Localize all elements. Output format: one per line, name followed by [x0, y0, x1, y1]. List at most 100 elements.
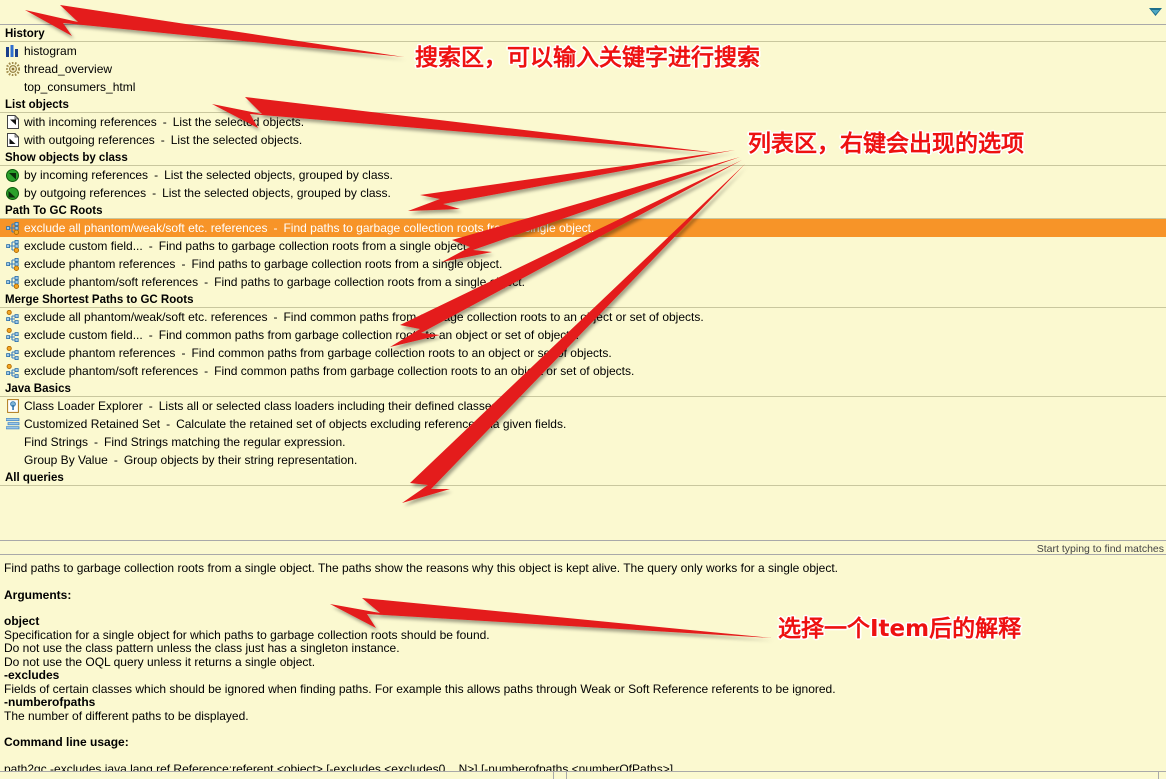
query-details-pane: Find paths to garbage collection roots f…: [0, 556, 1166, 775]
query-item[interactable]: by incoming references - List the selected…: [0, 166, 1166, 184]
query-item-selected[interactable]: exclude all phantom/weak/soft etc. refer…: [0, 219, 1166, 237]
query-item-description: Find paths to garbage collection roots f…: [191, 257, 503, 271]
query-item[interactable]: exclude phantom/soft references - Find pat…: [0, 273, 1166, 291]
query-item[interactable]: by outgoing references - List the selected…: [0, 184, 1166, 202]
query-item[interactable]: exclude phantom references - Find paths to…: [0, 255, 1166, 273]
query-item-separator: -: [148, 399, 153, 413]
query-item[interactable]: with outgoing references - List the select…: [0, 131, 1166, 149]
circle-outgoing-icon: [5, 186, 20, 201]
class-loader-icon: [5, 399, 20, 414]
argument-line: Do not use the OQL query unless it retur…: [4, 654, 316, 669]
query-item-separator: -: [148, 328, 153, 342]
query-item-label: exclude phantom/soft references: [24, 364, 199, 378]
query-item-label: exclude all phantom/weak/soft etc. refer…: [24, 310, 268, 324]
query-item-description: Find common paths from garbage collectio…: [158, 328, 579, 342]
query-item[interactable]: Customized Retained Set - Calculate the re…: [0, 415, 1166, 433]
page-outgoing-icon: [5, 133, 20, 148]
argument-line: Fields of certain classes which should b…: [4, 681, 836, 696]
query-item-separator: -: [273, 221, 278, 235]
argument-line: Specification for a single object for wh…: [4, 627, 490, 642]
thread-overview-icon: [5, 62, 20, 77]
details-arguments-heading: Arguments:: [4, 587, 72, 602]
query-item-separator: -: [166, 417, 171, 431]
path2gc-icon: [5, 221, 20, 236]
chevron-down-icon[interactable]: [1144, 0, 1166, 25]
path2gc-icon: [5, 275, 20, 290]
query-item-separator: -: [160, 133, 165, 147]
circle-incoming-icon: [5, 168, 20, 183]
query-item-description: Find common paths from garbage collectio…: [283, 310, 704, 324]
search-bar: [0, 0, 1166, 25]
query-item-label: exclude phantom/soft references: [24, 275, 199, 289]
group-header: Java Basics: [0, 380, 1166, 397]
path2gc-icon: [5, 257, 20, 272]
query-item-description: List the selected objects.: [172, 115, 305, 129]
find-matches-hint: Start typing to find matches: [1036, 543, 1164, 555]
no-icon: [5, 80, 20, 95]
query-item-separator: -: [113, 453, 118, 467]
page-incoming-icon: [5, 115, 20, 130]
query-item-label: histogram: [24, 44, 77, 58]
query-item-separator: -: [181, 257, 186, 271]
path2gc-icon: [5, 239, 20, 254]
query-item-label: with incoming references: [24, 115, 157, 129]
query-item-description: Lists all or selected class loaders incl…: [158, 399, 501, 413]
bottom-column-bar: [0, 771, 1166, 779]
query-item-description: Find paths to garbage collection roots f…: [158, 239, 470, 253]
status-bar: [0, 540, 1166, 555]
no-icon: [5, 453, 20, 468]
query-item[interactable]: Find Strings - Find Strings matching the r…: [0, 433, 1166, 451]
query-item[interactable]: with incoming references - List the select…: [0, 113, 1166, 131]
argument-name: object: [4, 614, 40, 628]
query-item-label: top_consumers_html: [24, 80, 136, 94]
query-item[interactable]: thread_overview: [0, 60, 1166, 78]
query-item-label: exclude custom field...: [24, 239, 143, 253]
query-item-separator: -: [162, 115, 167, 129]
query-item-label: exclude phantom references: [24, 257, 176, 271]
query-item-description: Group objects by their string representa…: [123, 453, 358, 467]
histogram-icon: [5, 44, 20, 59]
query-item-label: with outgoing references: [24, 133, 155, 147]
query-item-separator: -: [148, 239, 153, 253]
merge-paths-icon: [5, 346, 20, 361]
query-item-separator: -: [154, 168, 159, 182]
query-item-description: Find paths to garbage collection roots f…: [283, 221, 595, 235]
query-list[interactable]: History histogram thread_overview top_consu…: [0, 25, 1166, 540]
search-input[interactable]: [0, 0, 1144, 24]
query-item[interactable]: exclude custom field... - Find common path…: [0, 326, 1166, 344]
query-item-description: Find common paths from garbage collectio…: [191, 346, 612, 360]
merge-paths-icon: [5, 328, 20, 343]
details-summary: Find paths to garbage collection roots f…: [4, 561, 838, 575]
retained-set-icon: [5, 417, 20, 432]
merge-paths-icon: [5, 310, 20, 325]
query-item-description: Calculate the retained set of objects ex…: [176, 417, 567, 431]
query-item[interactable]: top_consumers_html: [0, 78, 1166, 96]
query-item-label: by outgoing references: [24, 186, 147, 200]
group-header: List objects: [0, 96, 1166, 113]
query-item-description: Find Strings matching the regular expres…: [104, 435, 346, 449]
query-item[interactable]: Group By Value - Group objects by their st…: [0, 451, 1166, 469]
details-command-heading: Command line usage:: [4, 735, 129, 749]
query-item[interactable]: exclude phantom references - Find common p…: [0, 344, 1166, 362]
query-item-label: Find Strings: [24, 435, 89, 449]
query-item-separator: -: [204, 364, 209, 378]
query-item-separator: -: [152, 186, 157, 200]
query-item-separator: -: [273, 310, 278, 324]
query-item[interactable]: Class Loader Explorer - Lists all or selec…: [0, 397, 1166, 415]
query-item-description: List the selected objects, grouped by cl…: [164, 168, 393, 182]
query-item[interactable]: exclude custom field... - Find paths to ga…: [0, 237, 1166, 255]
query-item-label: Group By Value: [24, 453, 108, 467]
query-item-label: by incoming references: [24, 168, 149, 182]
query-item-label: Customized Retained Set: [24, 417, 161, 431]
query-item-separator: -: [94, 435, 99, 449]
argument-name: -numberofpaths: [4, 695, 96, 709]
query-item[interactable]: exclude all phantom/weak/soft etc. refer…: [0, 308, 1166, 326]
group-header: Path To GC Roots: [0, 202, 1166, 219]
query-item-separator: -: [181, 346, 186, 360]
merge-paths-icon: [5, 364, 20, 379]
query-item[interactable]: histogram: [0, 42, 1166, 60]
query-item-description: List the selected objects.: [170, 133, 303, 147]
mat-query-browser-window: History histogram thread_overview top_consu…: [0, 0, 1166, 779]
query-item[interactable]: exclude phantom/soft references - Find com…: [0, 362, 1166, 380]
